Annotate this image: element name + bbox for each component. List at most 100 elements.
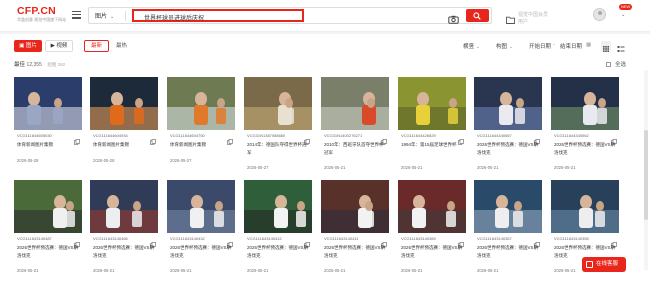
image-title[interactable]: 2026世界杯预选赛：德国VS斯洛伐克: [401, 244, 463, 260]
image-thumbnail[interactable]: [398, 77, 466, 130]
image-thumbnail[interactable]: [14, 77, 82, 130]
image-thumbnail[interactable]: [551, 77, 619, 130]
image-date: 2026-05-21: [170, 268, 192, 273]
image-thumbnail[interactable]: [90, 77, 158, 130]
image-id: VCG111644340667: [477, 133, 512, 138]
image-date: 2026-05-21: [554, 165, 576, 170]
copy-icon[interactable]: [381, 235, 387, 248]
online-service-label: 在线客服: [596, 261, 619, 267]
image-id: VCG111644604750: [170, 133, 205, 138]
image-title[interactable]: 2014年：德国队夺得世界杯冠军: [247, 141, 309, 157]
logo-text: CFP.CN: [17, 5, 56, 17]
checkbox-icon: [606, 62, 611, 67]
select-all-label: 全选: [615, 62, 627, 68]
image-thumbnail[interactable]: [474, 77, 542, 130]
image-thumbnail[interactable]: [167, 77, 235, 130]
image-thumbnail[interactable]: [474, 180, 542, 233]
image-date: 2026-05-21: [17, 268, 39, 273]
grid-view-icon[interactable]: [601, 41, 611, 52]
result-count-bar: 最佳 12,355 组图 262 全选: [0, 58, 650, 70]
result-label: 最佳: [14, 62, 26, 68]
menu-icon[interactable]: [72, 11, 81, 19]
calendar-icon[interactable]: ▦: [586, 42, 591, 48]
image-title[interactable]: 1994年：第15届足球世界杯: [401, 141, 463, 149]
copy-icon[interactable]: [150, 132, 156, 145]
image-id: VCG111643140466: [93, 236, 128, 241]
image-title[interactable]: 2026世界杯预选赛：德国VS斯洛伐克: [477, 141, 539, 157]
copy-icon[interactable]: [74, 235, 80, 248]
image-date: 2026-05-21: [477, 165, 499, 170]
image-id: VCG31N1387088660: [247, 133, 286, 138]
chevron-down-icon: ⌄: [509, 44, 513, 49]
folder-icon[interactable]: [506, 11, 515, 24]
copy-icon[interactable]: [534, 132, 540, 145]
sort-newest-tab[interactable]: 最新: [84, 40, 109, 52]
list-view-icon[interactable]: [616, 41, 626, 52]
image-title[interactable]: 2026世界杯预选赛：德国VS斯洛伐克: [477, 244, 539, 260]
copy-icon[interactable]: [74, 132, 80, 145]
chevron-down-icon[interactable]: ⌄: [621, 12, 625, 18]
image-title[interactable]: 体育新闻图片集锦: [170, 141, 232, 149]
image-id: VCG111644605030: [17, 133, 52, 138]
image-date: 2026-05-28: [93, 158, 115, 163]
image-tab-icon: ▣: [19, 43, 25, 49]
copy-icon[interactable]: [458, 132, 464, 145]
search-input[interactable]: 世界杯球员进球后庆祝: [132, 9, 304, 22]
select-all-checkbox[interactable]: 全选: [606, 60, 626, 68]
image-title[interactable]: 2026世界杯预选赛：德国VS斯洛伐克: [17, 244, 79, 260]
image-title[interactable]: 2026世界杯预选赛：德国VS斯洛伐克: [247, 244, 309, 260]
image-title[interactable]: 2026世界杯预选赛：德国VS斯洛伐克: [93, 244, 155, 260]
copy-icon[interactable]: [227, 235, 233, 248]
date-separator: -: [553, 42, 555, 48]
copy-icon[interactable]: [381, 132, 387, 145]
image-thumbnail[interactable]: [244, 180, 312, 233]
end-date-field[interactable]: 结束日期: [560, 42, 582, 50]
video-tab[interactable]: ▶ 视频: [45, 40, 73, 52]
image-title[interactable]: 2026世界杯预选赛：德国VS斯洛伐克: [170, 244, 232, 260]
avatar[interactable]: [593, 8, 606, 21]
image-date: 2026-05-21: [247, 268, 269, 273]
video-tab-label: 视频: [56, 43, 68, 49]
image-thumbnail[interactable]: [321, 77, 389, 130]
image-thumbnail[interactable]: [398, 180, 466, 233]
image-title[interactable]: 体育新闻图片集锦: [93, 141, 155, 149]
composition-dropdown[interactable]: 构图 ⌄: [496, 42, 513, 50]
copy-icon[interactable]: [458, 235, 464, 248]
chat-icon: [586, 261, 593, 268]
user-name[interactable]: 视觉中国会员用户: [518, 11, 550, 25]
image-thumbnail[interactable]: [167, 180, 235, 233]
image-thumbnail[interactable]: [551, 180, 619, 233]
image-id: VCG111643140355: [554, 236, 589, 241]
category-select[interactable]: 图片 ⌄: [95, 11, 114, 20]
image-tab[interactable]: ▣ 图片: [14, 40, 42, 52]
search-button[interactable]: [466, 9, 489, 22]
image-thumbnail[interactable]: [244, 77, 312, 130]
image-title[interactable]: 2026世界杯预选赛：德国VS斯洛伐克: [554, 141, 616, 157]
image-id: VCG111644426829: [401, 133, 436, 138]
image-title[interactable]: 2026世界杯预选赛：德国VS斯洛伐克: [324, 244, 386, 260]
image-title[interactable]: 体育新闻图片集锦: [17, 141, 79, 149]
copy-icon[interactable]: [304, 235, 310, 248]
scrollbar[interactable]: [644, 70, 648, 270]
copy-icon[interactable]: [611, 132, 617, 145]
result-count: 最佳 12,355 组图 262: [14, 60, 65, 68]
image-thumbnail[interactable]: [90, 180, 158, 233]
online-service-button[interactable]: 在线客服: [582, 257, 626, 272]
camera-icon[interactable]: [448, 11, 459, 24]
copy-icon[interactable]: [611, 235, 617, 248]
copy-icon[interactable]: [150, 235, 156, 248]
image-date: 2026-05-21: [477, 268, 499, 273]
image-thumbnail[interactable]: [321, 180, 389, 233]
orientation-dropdown[interactable]: 横竖 ⌄: [463, 42, 480, 50]
category-label: 图片: [95, 14, 108, 20]
image-title[interactable]: 2010年：西班牙队首夺世界杯冠军: [324, 141, 386, 157]
image-id: VCG111643140432: [170, 236, 205, 241]
site-logo[interactable]: CFP.CN 华盖创意 视觉中国旗下网站: [17, 5, 66, 23]
copy-icon[interactable]: [534, 235, 540, 248]
copy-icon[interactable]: [304, 132, 310, 145]
header-divider: [0, 32, 650, 34]
start-date-field[interactable]: 开始日期: [529, 42, 551, 50]
image-thumbnail[interactable]: [14, 180, 82, 233]
copy-icon[interactable]: [227, 132, 233, 145]
sort-hottest-tab[interactable]: 最热: [116, 40, 127, 52]
